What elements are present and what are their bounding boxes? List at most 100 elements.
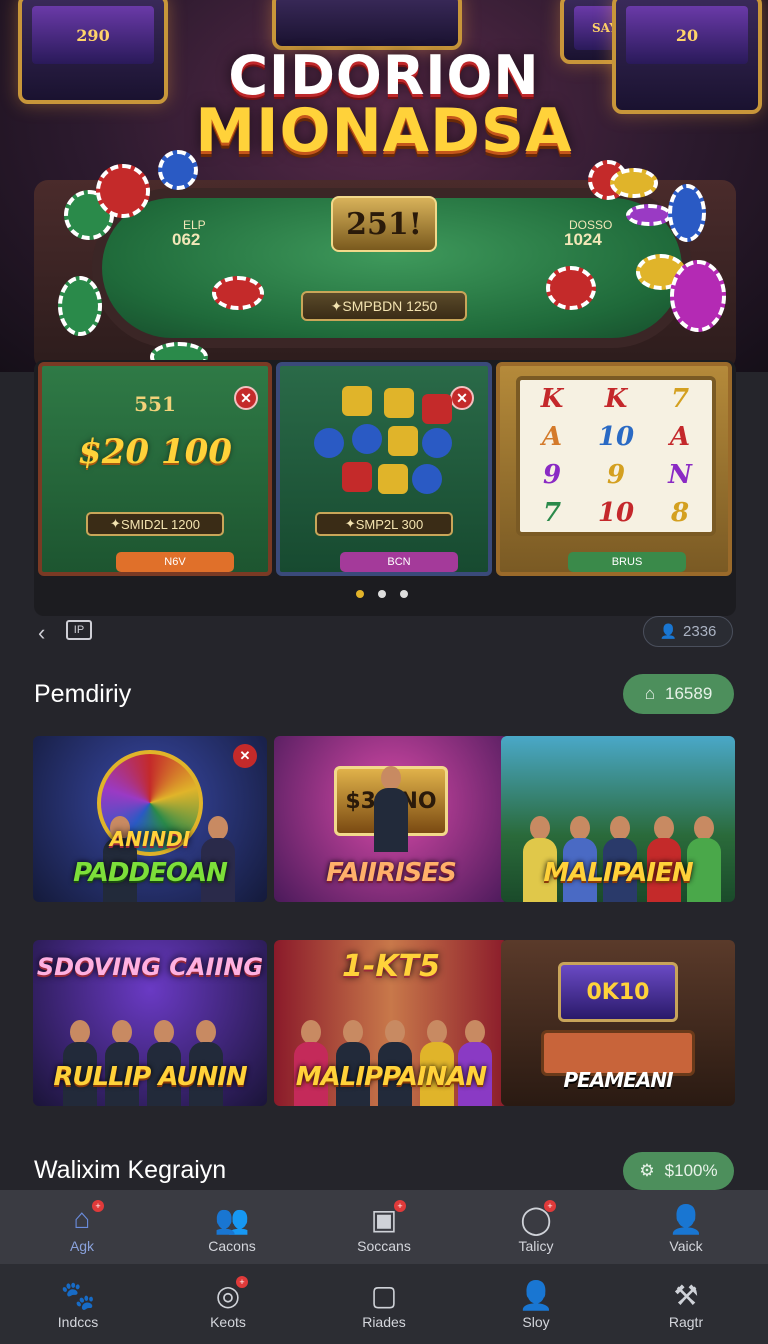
person-figure bbox=[374, 766, 408, 852]
game-frame: 0K10 bbox=[558, 962, 678, 1022]
slot-reel: K K 7 A 10 A 9 9 N 7 10 8 bbox=[516, 376, 716, 536]
card-pill-2[interactable]: BCN bbox=[340, 552, 458, 572]
reel-symbol: N bbox=[668, 460, 692, 490]
home-icon: ⌂ + bbox=[22, 1200, 142, 1236]
nav-item-ragtr[interactable]: ⚒ Ragtr bbox=[626, 1278, 746, 1331]
carousel-dot[interactable] bbox=[356, 590, 364, 598]
game-title: PEAMEANI bbox=[563, 1068, 673, 1092]
card-pill-1[interactable]: N6V bbox=[116, 552, 234, 572]
game-title: MALIPAIEN bbox=[543, 858, 693, 888]
game-card[interactable]: $30INO FAIIRISES bbox=[274, 736, 508, 902]
user-count-value: 2336 bbox=[683, 623, 717, 640]
close-icon[interactable]: ✕ bbox=[234, 386, 258, 410]
nav-item-riades[interactable]: ▢ Riades bbox=[324, 1278, 444, 1331]
right-stat-value: 1024 bbox=[564, 230, 602, 249]
nav-item-agk[interactable]: ⌂ + Agk bbox=[22, 1200, 142, 1254]
nav-label: Indccs bbox=[57, 1314, 99, 1330]
reel-symbol: 8 bbox=[670, 498, 690, 528]
game-card[interactable]: 1-KT5 MALIPPAINAN bbox=[274, 940, 508, 1106]
section-pill-value: $100% bbox=[664, 1161, 718, 1180]
game-card[interactable]: MALIPAIEN bbox=[501, 736, 735, 902]
carousel-dot[interactable] bbox=[378, 590, 386, 598]
group-icon: 👥 bbox=[214, 1203, 250, 1235]
game-title: PADDEOAN bbox=[73, 858, 228, 888]
poker-chip bbox=[668, 184, 706, 242]
card-pill-3[interactable]: BRUS bbox=[568, 552, 686, 572]
table-badge: 251! bbox=[331, 196, 437, 252]
poker-chip bbox=[212, 276, 264, 310]
carousel-dots bbox=[356, 590, 408, 598]
game-card[interactable]: SDOVING CAIING RULLIP AUNIN bbox=[33, 940, 267, 1106]
poker-chip bbox=[546, 266, 596, 310]
gear-icon: ⚙ bbox=[639, 1161, 655, 1180]
reel-symbol: 7 bbox=[670, 384, 690, 414]
poker-chip bbox=[610, 168, 658, 198]
card-badge: 551 bbox=[134, 392, 176, 416]
nav-label: Sloy bbox=[522, 1314, 550, 1330]
carousel-dot[interactable] bbox=[400, 590, 408, 598]
nav-item-keots[interactable]: ◎ + Keots bbox=[168, 1276, 288, 1330]
tag-button[interactable]: IP bbox=[66, 620, 92, 640]
nav-label: Keots bbox=[210, 1314, 246, 1330]
nav-label: Ragtr bbox=[668, 1314, 704, 1330]
promo-card-1[interactable]: 551 $20 100 ✦ SMID2L 1200 ✕ bbox=[38, 362, 272, 576]
bottom-nav-primary: ⌂ + Agk 👥 Cacons ▣ + Soccans ◯ + Talicy 👤 V… bbox=[0, 1190, 768, 1264]
poker-chip bbox=[670, 260, 726, 332]
card-amount: $20 100 bbox=[78, 432, 232, 472]
card-plate: ✦ SMID2L 1200 bbox=[86, 512, 224, 536]
section-title: Walixim Kegraiyn bbox=[34, 1156, 227, 1184]
section-title: Pemdiriy bbox=[34, 680, 132, 708]
slot-machine-center bbox=[272, 0, 462, 50]
game-title: MALIPPAINAN bbox=[295, 1062, 487, 1092]
reel-symbol: 7 bbox=[542, 498, 562, 528]
nav-item-indccs[interactable]: 🐾 Indccs bbox=[18, 1278, 138, 1331]
game-card[interactable]: 0K10 PEAMEANI bbox=[501, 940, 735, 1106]
close-icon[interactable]: ✕ bbox=[233, 744, 257, 768]
home-icon: ⌂ bbox=[644, 684, 655, 703]
hero-title-line2: MIONADSA bbox=[195, 96, 573, 166]
reel-symbol: K bbox=[604, 384, 628, 414]
nav-label: Soccans bbox=[357, 1238, 411, 1254]
game-headline: ANINDI bbox=[109, 827, 191, 851]
user-count-badge[interactable]: 👤 2336 bbox=[643, 616, 733, 647]
bottom-nav-secondary: 🐾 Indccs ◎ + Keots ▢ Riades 👤 Sloy ⚒ Ragt… bbox=[0, 1264, 768, 1344]
reel-symbol: 9 bbox=[606, 460, 626, 490]
nav-item-sloy[interactable]: 👤 Sloy bbox=[476, 1278, 596, 1331]
nav-label: Talicy bbox=[518, 1238, 554, 1254]
chevron-left-icon[interactable]: ‹ bbox=[38, 620, 45, 646]
table-plate: ✦ SMPBDN 1250 bbox=[301, 291, 467, 321]
reel-symbol: 9 bbox=[542, 460, 562, 490]
nav-label: Agk bbox=[69, 1238, 95, 1254]
nav-item-vaick[interactable]: 👤 Vaick bbox=[626, 1202, 746, 1255]
nav-item-cacons[interactable]: 👥 Cacons bbox=[172, 1202, 292, 1255]
reel-symbol: 10 bbox=[597, 422, 635, 452]
user-icon: 👤 bbox=[668, 1203, 704, 1235]
poker-chip bbox=[58, 276, 102, 336]
poker-chip bbox=[626, 204, 672, 226]
camera-icon: ▢ bbox=[370, 1279, 398, 1311]
reel-symbol: A bbox=[541, 422, 563, 452]
reel-symbol: K bbox=[540, 384, 564, 414]
refresh-icon: ◯ + bbox=[476, 1200, 596, 1236]
game-headline: SDOVING CAIING bbox=[36, 953, 264, 981]
reel-symbol: A bbox=[669, 422, 691, 452]
poker-chip bbox=[96, 164, 150, 218]
poker-chip bbox=[158, 150, 198, 190]
nav-item-talicy[interactable]: ◯ + Talicy bbox=[476, 1200, 596, 1254]
section-pill-value: 16589 bbox=[665, 684, 713, 703]
game-title: FAIIRISES bbox=[326, 858, 457, 888]
briefcase-icon: ▣ + bbox=[324, 1200, 444, 1236]
nav-label: Vaick bbox=[669, 1238, 703, 1254]
game-card[interactable]: ANINDI PADDEOAN ✕ bbox=[33, 736, 267, 902]
person-icon: 👤 bbox=[518, 1279, 554, 1311]
dice-cluster bbox=[312, 384, 458, 500]
nav-item-soccans[interactable]: ▣ + Soccans bbox=[324, 1200, 444, 1254]
left-stat-value: 062 bbox=[172, 230, 201, 249]
game-headline: 1-KT5 bbox=[342, 949, 440, 984]
section-pill[interactable]: ⌂ 16589 bbox=[623, 674, 734, 714]
paw-icon: 🐾 bbox=[60, 1279, 96, 1311]
section-pill[interactable]: ⚙ $100% bbox=[623, 1152, 734, 1190]
game-title: RULLIP AUNIN bbox=[53, 1062, 247, 1092]
hero-banner[interactable]: 290 SAY 20 CIDORION MIONADSA 251! ELP 06… bbox=[0, 0, 768, 372]
nav-label: Riades bbox=[362, 1314, 406, 1330]
